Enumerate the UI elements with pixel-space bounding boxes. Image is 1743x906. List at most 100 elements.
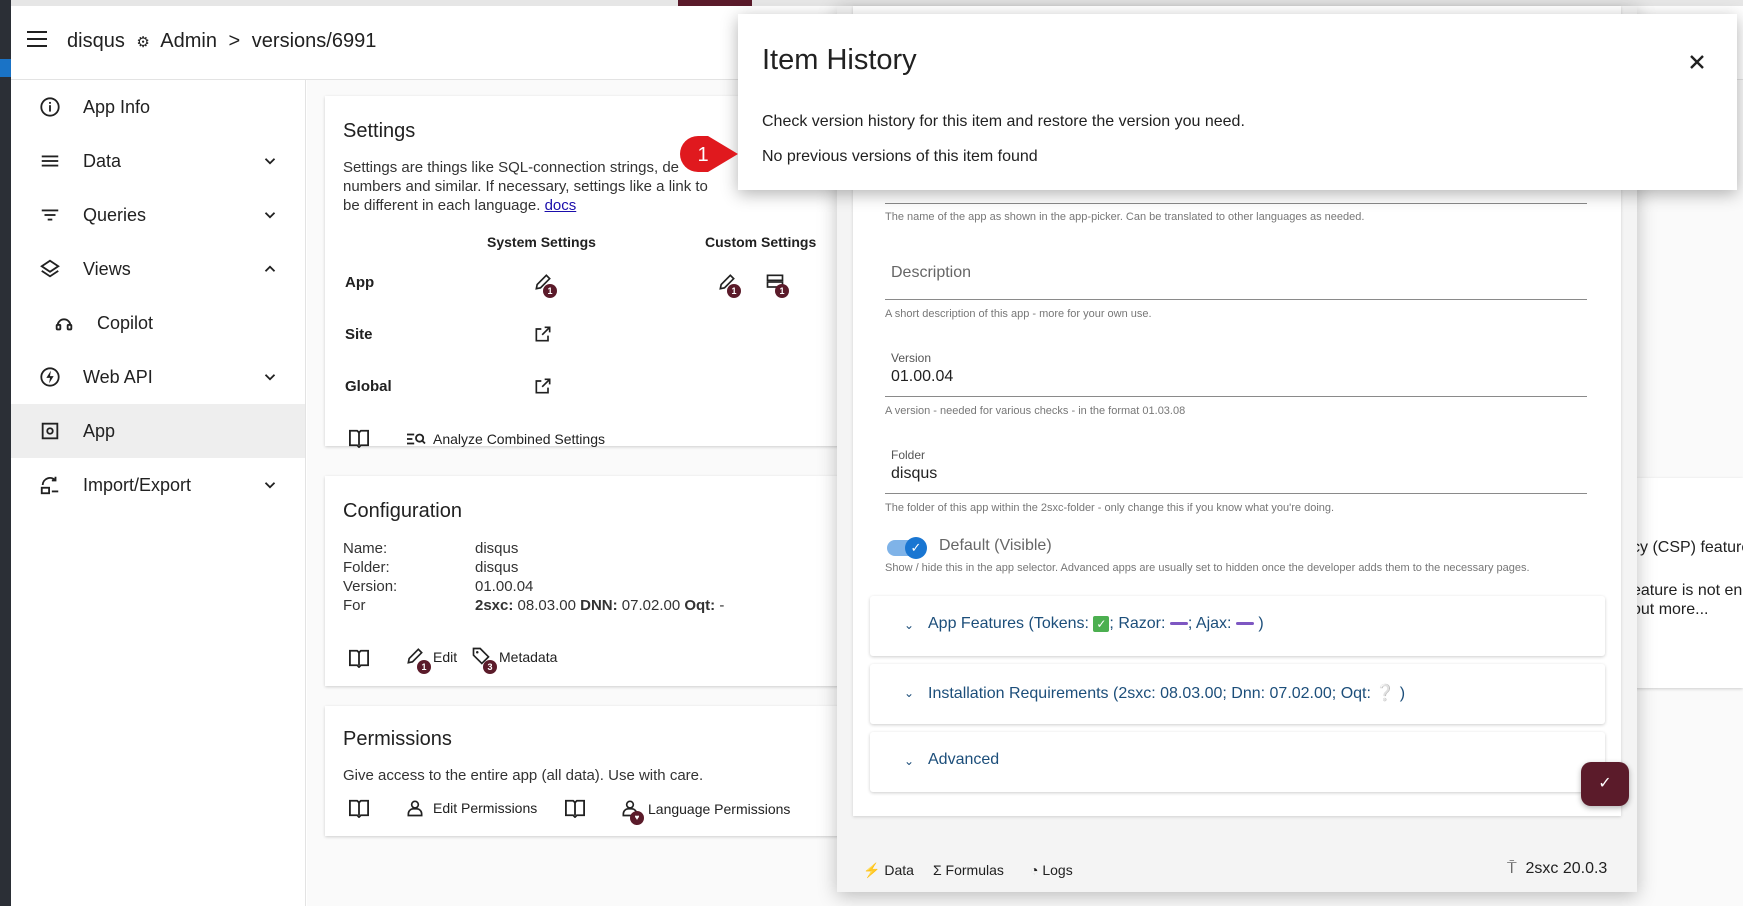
close-button[interactable] [1685, 50, 1709, 74]
language-permissions-label: Language Permissions [648, 801, 791, 817]
open-global-settings-button[interactable] [531, 374, 555, 398]
app-name-hint: The name of the app as shown in the app-… [885, 211, 1365, 223]
app-features-expander[interactable]: ⌄ App Features (Tokens: ✓; Razor: ; Ajax… [870, 596, 1605, 656]
edit-label: Edit [433, 649, 458, 665]
sidebar-item-label: App [83, 420, 116, 441]
folder-field-label: Folder [891, 448, 926, 462]
sidebar-item-web-api[interactable]: Web API [11, 350, 305, 404]
sidebar: App Info Data Queries Views Copilot Web … [11, 80, 306, 906]
features-prefix: App Features (Tokens: [928, 615, 1089, 632]
open-in-new-icon [535, 326, 551, 342]
book-icon[interactable] [347, 646, 371, 670]
settings-desc-line3: be different in each language. docs [343, 196, 576, 215]
analyze-settings-button[interactable]: Analyze Combined Settings [405, 430, 605, 448]
edit-system-app-settings-button[interactable]: 1 [531, 270, 557, 298]
sidebar-item-copilot[interactable]: Copilot [11, 296, 305, 350]
metadata-button[interactable]: 3 Metadata [471, 646, 558, 674]
version-label: Version: [343, 578, 398, 595]
footer-version-label: 2sxc 20.0.3 [1525, 860, 1608, 877]
history-empty-message: No previous versions of this item found [762, 148, 1038, 165]
sidebar-item-label: Copilot [97, 312, 154, 333]
dash-icon [1169, 622, 1188, 626]
description-field[interactable]: Description [885, 242, 1587, 300]
sidebar-item-label: Data [83, 150, 122, 171]
edit-permissions-label: Edit Permissions [433, 800, 538, 816]
history-description: Check version history for this item and … [762, 113, 1245, 130]
sidebar-item-app-info[interactable]: App Info [11, 80, 305, 134]
dash-icon [1235, 622, 1254, 626]
footer-data-button[interactable]: ⚡ Data [863, 862, 914, 879]
breadcrumb-page: versions/6991 [251, 30, 377, 52]
language-permissions-button[interactable]: ♥ Language Permissions [620, 798, 791, 825]
version-field[interactable]: Version 01.00.04 [885, 339, 1587, 397]
book-icon[interactable] [347, 796, 371, 820]
copilot-icon [51, 310, 77, 336]
folder-field-value: disqus [891, 465, 938, 482]
default-visible-hint: Show / hide this in the app selector. Ad… [885, 562, 1530, 574]
chevron-down-icon: ⌄ [904, 686, 915, 700]
sidebar-item-label: Views [83, 258, 131, 279]
chevron-down-icon [264, 482, 276, 489]
dnn-value: 07.02.00 [621, 597, 681, 614]
install-suffix: ) [1399, 685, 1406, 702]
sidebar-item-queries[interactable]: Queries [11, 188, 305, 242]
heart-badge: ♥ [630, 811, 644, 825]
csp-peek-line3[interactable]: out more... [1632, 601, 1708, 619]
person-icon: ♥ [620, 798, 644, 825]
settings-desc-line2: numbers and similar. If necessary, setti… [343, 178, 708, 195]
sigma-icon: Σ [933, 862, 942, 878]
permissions-desc: Give access to the entire app (all data)… [343, 767, 704, 784]
breadcrumb-section[interactable]: Admin [160, 30, 217, 52]
layers-icon [37, 256, 63, 282]
advanced-label: Advanced [928, 751, 1000, 768]
footer-version[interactable]: ⍑ 2sxc 20.0.3 [1507, 860, 1607, 878]
item-history-dialog: Item History Check version history for t… [738, 14, 1737, 190]
dialog-footer: ⚡ Data Σ Formulas ◔ Logs ⍑ 2sxc 20.0.3 [837, 848, 1637, 892]
edit-configuration-button[interactable]: 1 Edit [405, 646, 458, 674]
bolt-icon [37, 364, 63, 390]
step-marker-number: 1 [697, 144, 708, 166]
question-icon: ❔ [1375, 685, 1396, 702]
custom-settings-list-button[interactable]: 1 [763, 270, 789, 298]
twosxc-label: 2sxc: [475, 597, 514, 614]
description-placeholder: Description [891, 264, 972, 281]
sidebar-item-views[interactable]: Views [11, 242, 305, 296]
oqt-label: Oqt: [684, 597, 716, 614]
sidebar-item-import-export[interactable]: Import/Export [11, 458, 305, 512]
footer-logs-label: Logs [1042, 862, 1073, 878]
folder-value: disqus [475, 559, 519, 576]
col-custom-settings: Custom Settings [705, 234, 817, 250]
version-field-label: Version [891, 351, 932, 365]
footer-formulas-button[interactable]: Σ Formulas [933, 862, 1004, 878]
app-settings-icon [37, 418, 63, 444]
version-hint: A version - needed for various checks - … [885, 405, 1186, 417]
menu-icon[interactable] [27, 31, 49, 49]
edge-tab [0, 59, 11, 77]
edit-permissions-button[interactable]: Edit Permissions [405, 798, 537, 818]
footer-logs-button[interactable]: ◔ Logs [1030, 862, 1073, 878]
metadata-label: Metadata [499, 649, 558, 665]
docs-link[interactable]: docs [545, 197, 577, 214]
installation-requirements-expander[interactable]: ⌄ Installation Requirements (2sxc: 08.03… [870, 664, 1605, 724]
features-razor: ; Razor: [1109, 615, 1166, 632]
configuration-title: Configuration [343, 500, 462, 522]
csp-card-peek: cy (CSP) features eature is not en out m… [1627, 478, 1743, 688]
list-icon [37, 148, 63, 174]
breadcrumb-app[interactable]: disqus [67, 30, 125, 52]
open-site-settings-button[interactable] [531, 322, 555, 346]
app-shell: disqus ⚙ Admin > versions/6991 App Info … [11, 6, 1743, 906]
main-content: Settings Settings are things like SQL-co… [307, 6, 1743, 906]
settings-desc-line1: Settings are things like SQL-connection … [343, 159, 680, 176]
edit-custom-app-settings-button[interactable]: 1 [715, 270, 741, 298]
save-button[interactable]: ✓ [1581, 762, 1629, 806]
advanced-expander[interactable]: ⌄ Advanced [870, 732, 1605, 792]
sidebar-item-label: Queries [83, 204, 147, 225]
tag-icon: 3 [471, 646, 497, 674]
folder-field[interactable]: Folder disqus [885, 436, 1587, 494]
sidebar-item-app[interactable]: App [11, 404, 305, 458]
default-visible-toggle[interactable]: ✓ [887, 537, 927, 559]
book-icon[interactable] [347, 426, 371, 450]
chevron-up-icon [264, 265, 276, 272]
sidebar-item-data[interactable]: Data [11, 134, 305, 188]
book-icon[interactable] [563, 796, 587, 820]
